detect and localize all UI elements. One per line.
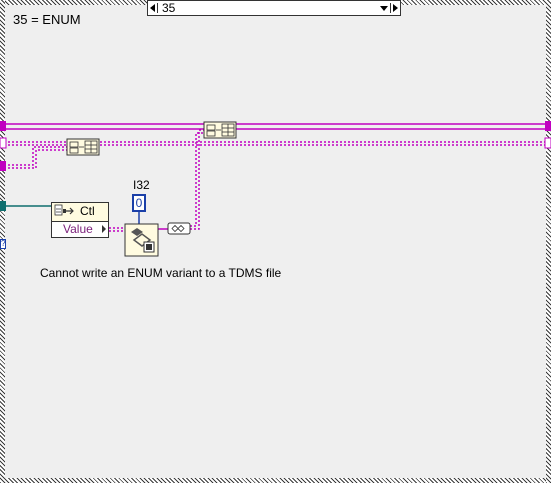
- property-value-label: Value: [63, 222, 93, 236]
- property-node-class: Ctl: [80, 204, 95, 218]
- tunnel-left-3[interactable]: [0, 161, 6, 171]
- bundle-node-2[interactable]: [203, 121, 237, 139]
- tunnel-left-refnum[interactable]: [0, 201, 6, 211]
- refnum-icon: [54, 204, 74, 216]
- tunnel-right-2[interactable]: [544, 137, 551, 149]
- output-arrow-icon: [102, 225, 106, 233]
- bundle-node-1[interactable]: [66, 138, 100, 156]
- variant-to-data-node[interactable]: [124, 223, 159, 257]
- variant-wire-top[interactable]: [0, 123, 551, 130]
- comment-text: Cannot write an ENUM variant to a TDMS f…: [40, 266, 282, 280]
- variant-wire-left[interactable]: [0, 146, 67, 169]
- property-node[interactable]: Ctl Value: [51, 202, 109, 238]
- unknown-terminal-icon: ?: [0, 239, 6, 249]
- block-diagram-wires: [0, 121, 551, 257]
- property-node-row[interactable]: Value: [52, 221, 108, 237]
- tunnel-left-2[interactable]: [0, 137, 7, 149]
- constant-type-label: I32: [133, 178, 150, 192]
- i32-constant[interactable]: 0: [132, 194, 146, 212]
- tunnel-left-1[interactable]: [0, 121, 6, 131]
- tunnel-right-1[interactable]: [545, 121, 551, 131]
- to-variant-node[interactable]: [167, 222, 191, 235]
- property-node-header: Ctl: [52, 203, 108, 222]
